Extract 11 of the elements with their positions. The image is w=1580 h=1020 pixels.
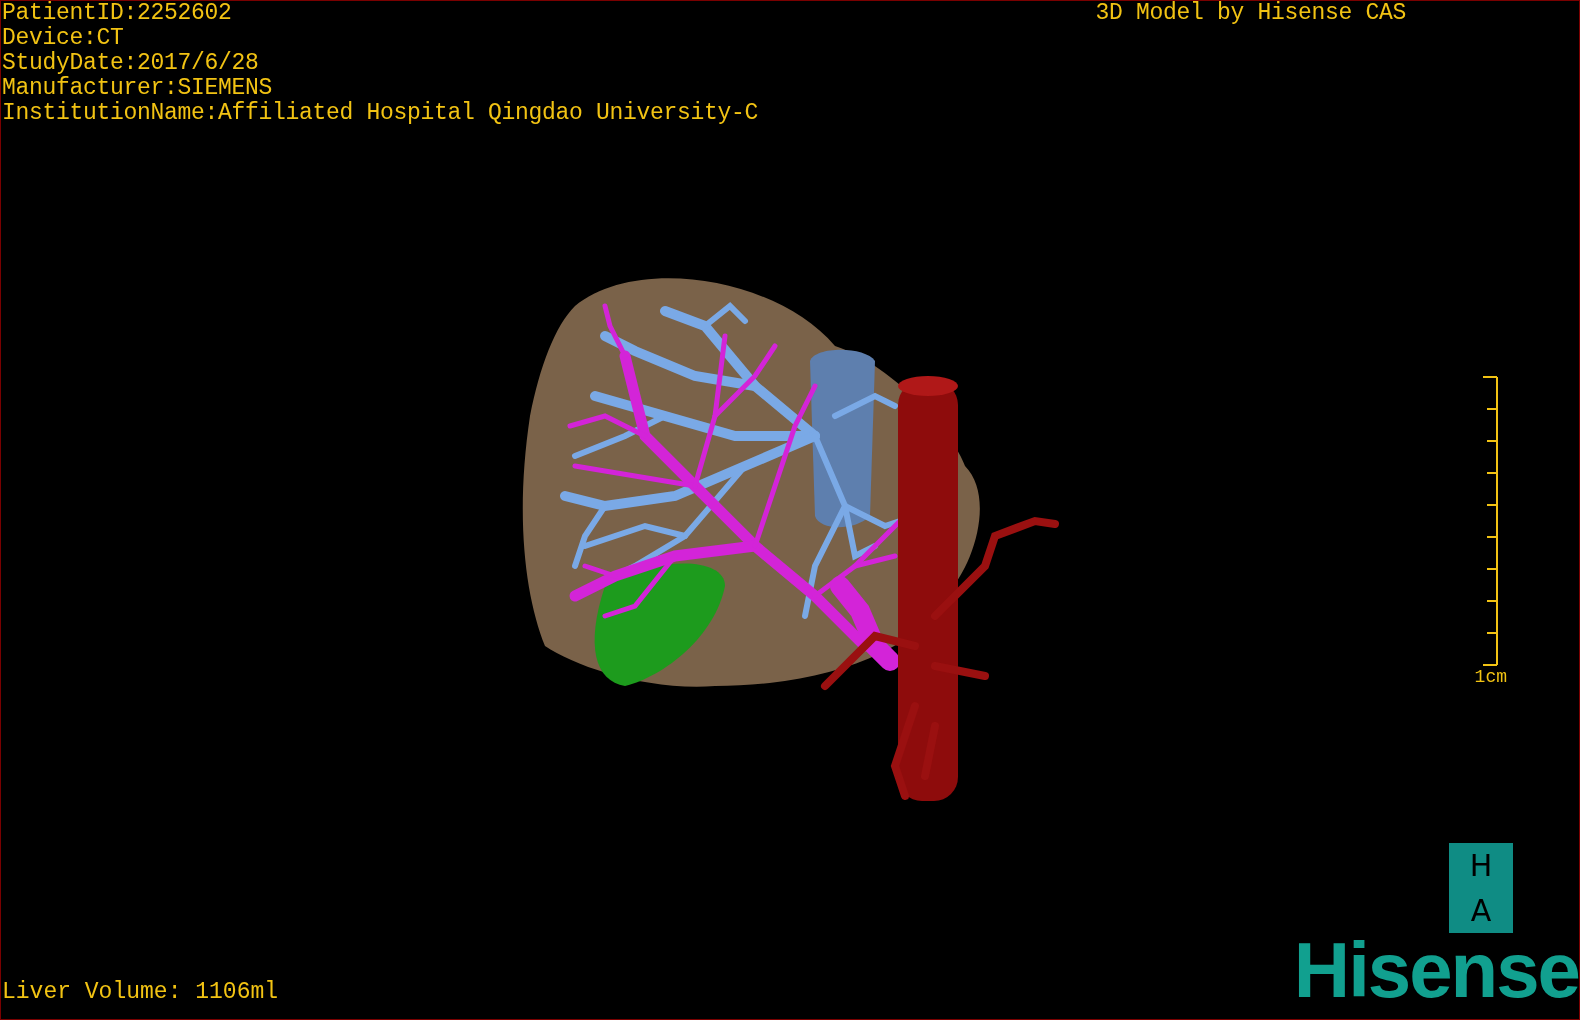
orientation-label: A bbox=[1470, 894, 1492, 927]
brand-logo: Hisense bbox=[1293, 933, 1579, 1007]
orientation-label: H bbox=[1469, 849, 1493, 882]
scale-label: 1cm bbox=[1474, 666, 1507, 688]
info-text: StudyDate:2017/6/28 bbox=[2, 51, 260, 76]
info-text: Manufacturer:SIEMENS bbox=[2, 76, 274, 101]
info-text: InstitutionName:Affiliated Hospital Qingdao University-C bbox=[2, 101, 759, 126]
liver-volume-text: Liver Volume: 1106ml bbox=[1, 980, 279, 1005]
viewer-title: 3D Model by Hisense CAS bbox=[1095, 1, 1406, 26]
info-text: PatientID:2252602 bbox=[2, 1, 233, 26]
info-text: Device:CT bbox=[2, 26, 125, 51]
